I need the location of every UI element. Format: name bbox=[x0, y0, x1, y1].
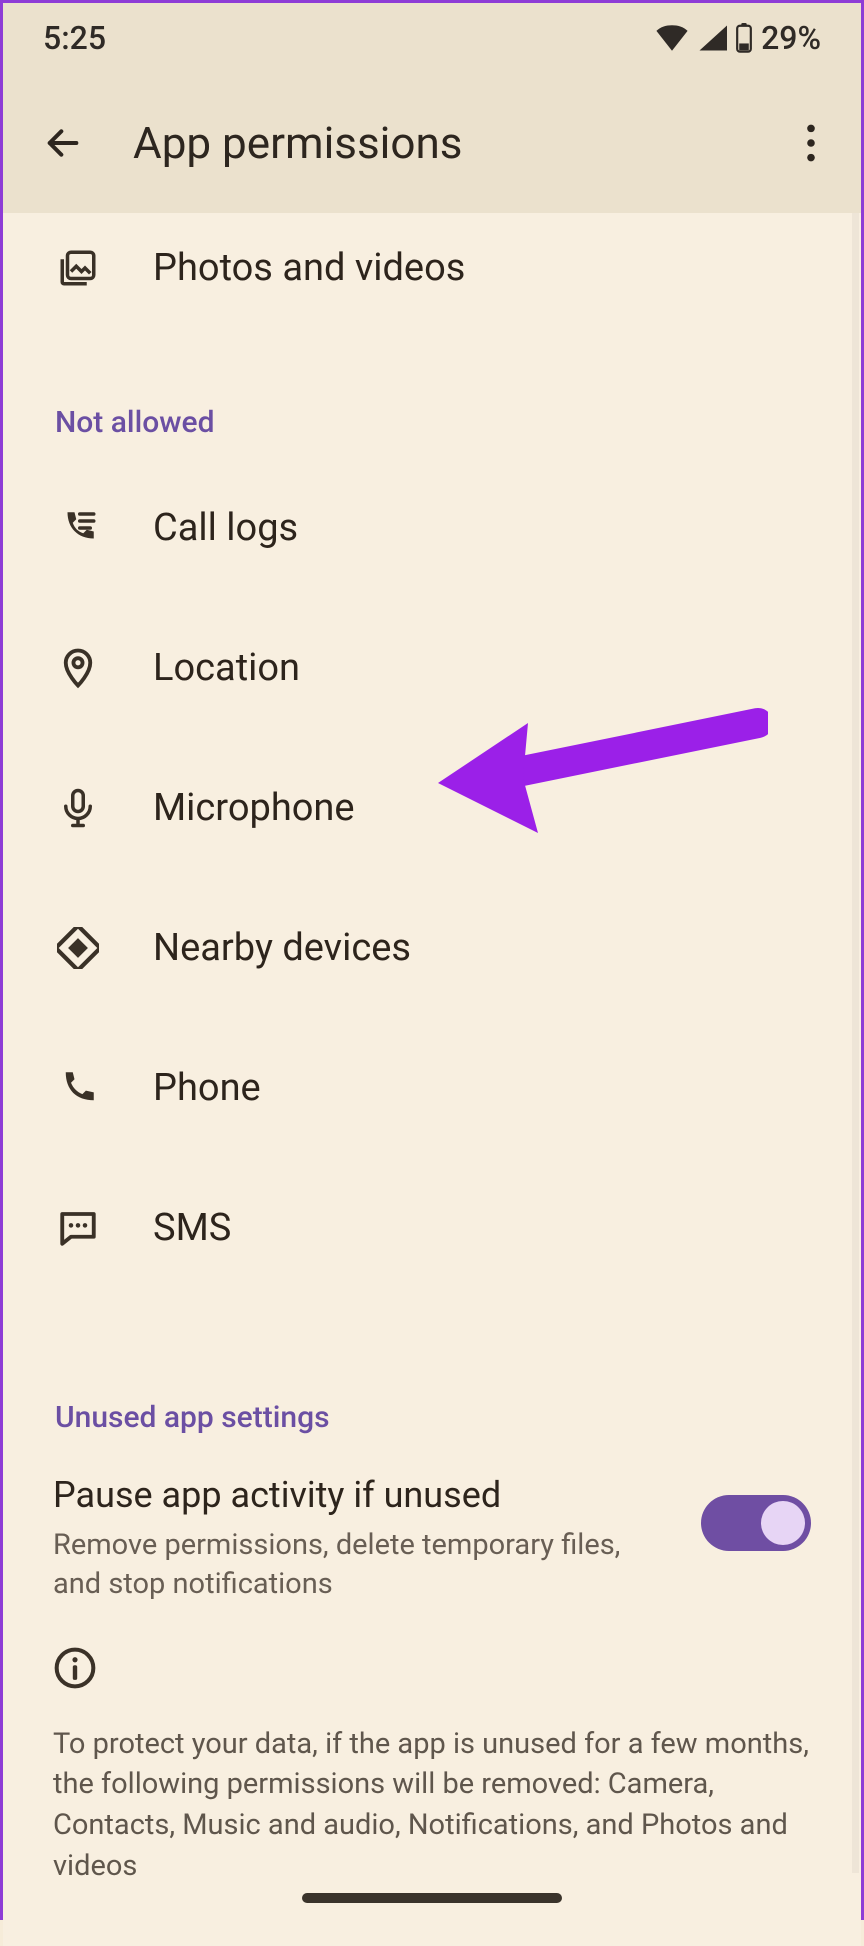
section-header-unused: Unused app settings bbox=[3, 1378, 861, 1453]
navigation-pill[interactable] bbox=[302, 1893, 562, 1903]
permission-label: Call logs bbox=[153, 506, 298, 550]
status-time: 5:25 bbox=[43, 19, 106, 57]
location-icon bbox=[53, 647, 103, 689]
battery-icon bbox=[735, 23, 753, 53]
info-text: To protect your data, if the app is unus… bbox=[53, 1724, 811, 1886]
permission-label: Location bbox=[153, 646, 300, 690]
sms-icon bbox=[53, 1207, 103, 1249]
call-logs-icon bbox=[53, 507, 103, 549]
info-icon bbox=[53, 1646, 811, 1694]
permission-item-location[interactable]: Location bbox=[3, 598, 861, 738]
permission-label: Nearby devices bbox=[153, 926, 411, 970]
permission-label: SMS bbox=[153, 1206, 231, 1250]
permission-label: Microphone bbox=[153, 786, 355, 830]
permission-item-photos-videos[interactable]: Photos and videos bbox=[3, 213, 861, 323]
content-scroll[interactable]: Photos and videos Not allowed Call logs … bbox=[3, 213, 861, 1946]
info-block: To protect your data, if the app is unus… bbox=[3, 1604, 861, 1886]
setting-subtitle: Remove permissions, delete temporary fil… bbox=[53, 1526, 643, 1604]
setting-title: Pause app activity if unused bbox=[53, 1471, 671, 1520]
nearby-devices-icon bbox=[53, 927, 103, 969]
permission-item-microphone[interactable]: Microphone bbox=[3, 738, 861, 878]
permission-item-nearby-devices[interactable]: Nearby devices bbox=[3, 878, 861, 1018]
setting-pause-app-activity[interactable]: Pause app activity if unused Remove perm… bbox=[3, 1453, 861, 1604]
phone-icon bbox=[53, 1067, 103, 1109]
permission-label: Photos and videos bbox=[153, 246, 465, 290]
more-vert-icon bbox=[806, 124, 816, 162]
back-button[interactable] bbox=[33, 113, 93, 173]
overflow-menu-button[interactable] bbox=[781, 113, 841, 173]
permission-label: Phone bbox=[153, 1066, 261, 1110]
photos-videos-icon bbox=[53, 247, 103, 289]
scrollbar[interactable] bbox=[852, 213, 859, 1873]
wifi-icon bbox=[655, 25, 689, 51]
arrow-left-icon bbox=[43, 123, 83, 163]
permission-item-phone[interactable]: Phone bbox=[3, 1018, 861, 1158]
battery-pct: 29% bbox=[761, 19, 821, 57]
status-icons: 29% bbox=[655, 19, 821, 57]
section-header-not-allowed: Not allowed bbox=[3, 383, 861, 458]
microphone-icon bbox=[53, 787, 103, 829]
app-bar: App permissions bbox=[3, 73, 861, 213]
permission-item-call-logs[interactable]: Call logs bbox=[3, 458, 861, 598]
pause-app-toggle[interactable] bbox=[701, 1495, 811, 1551]
status-bar: 5:25 29% bbox=[3, 3, 861, 73]
permission-item-sms[interactable]: SMS bbox=[3, 1158, 861, 1298]
signal-icon bbox=[697, 25, 727, 51]
setting-text: Pause app activity if unused Remove perm… bbox=[53, 1471, 671, 1604]
page-title: App permissions bbox=[133, 117, 781, 169]
